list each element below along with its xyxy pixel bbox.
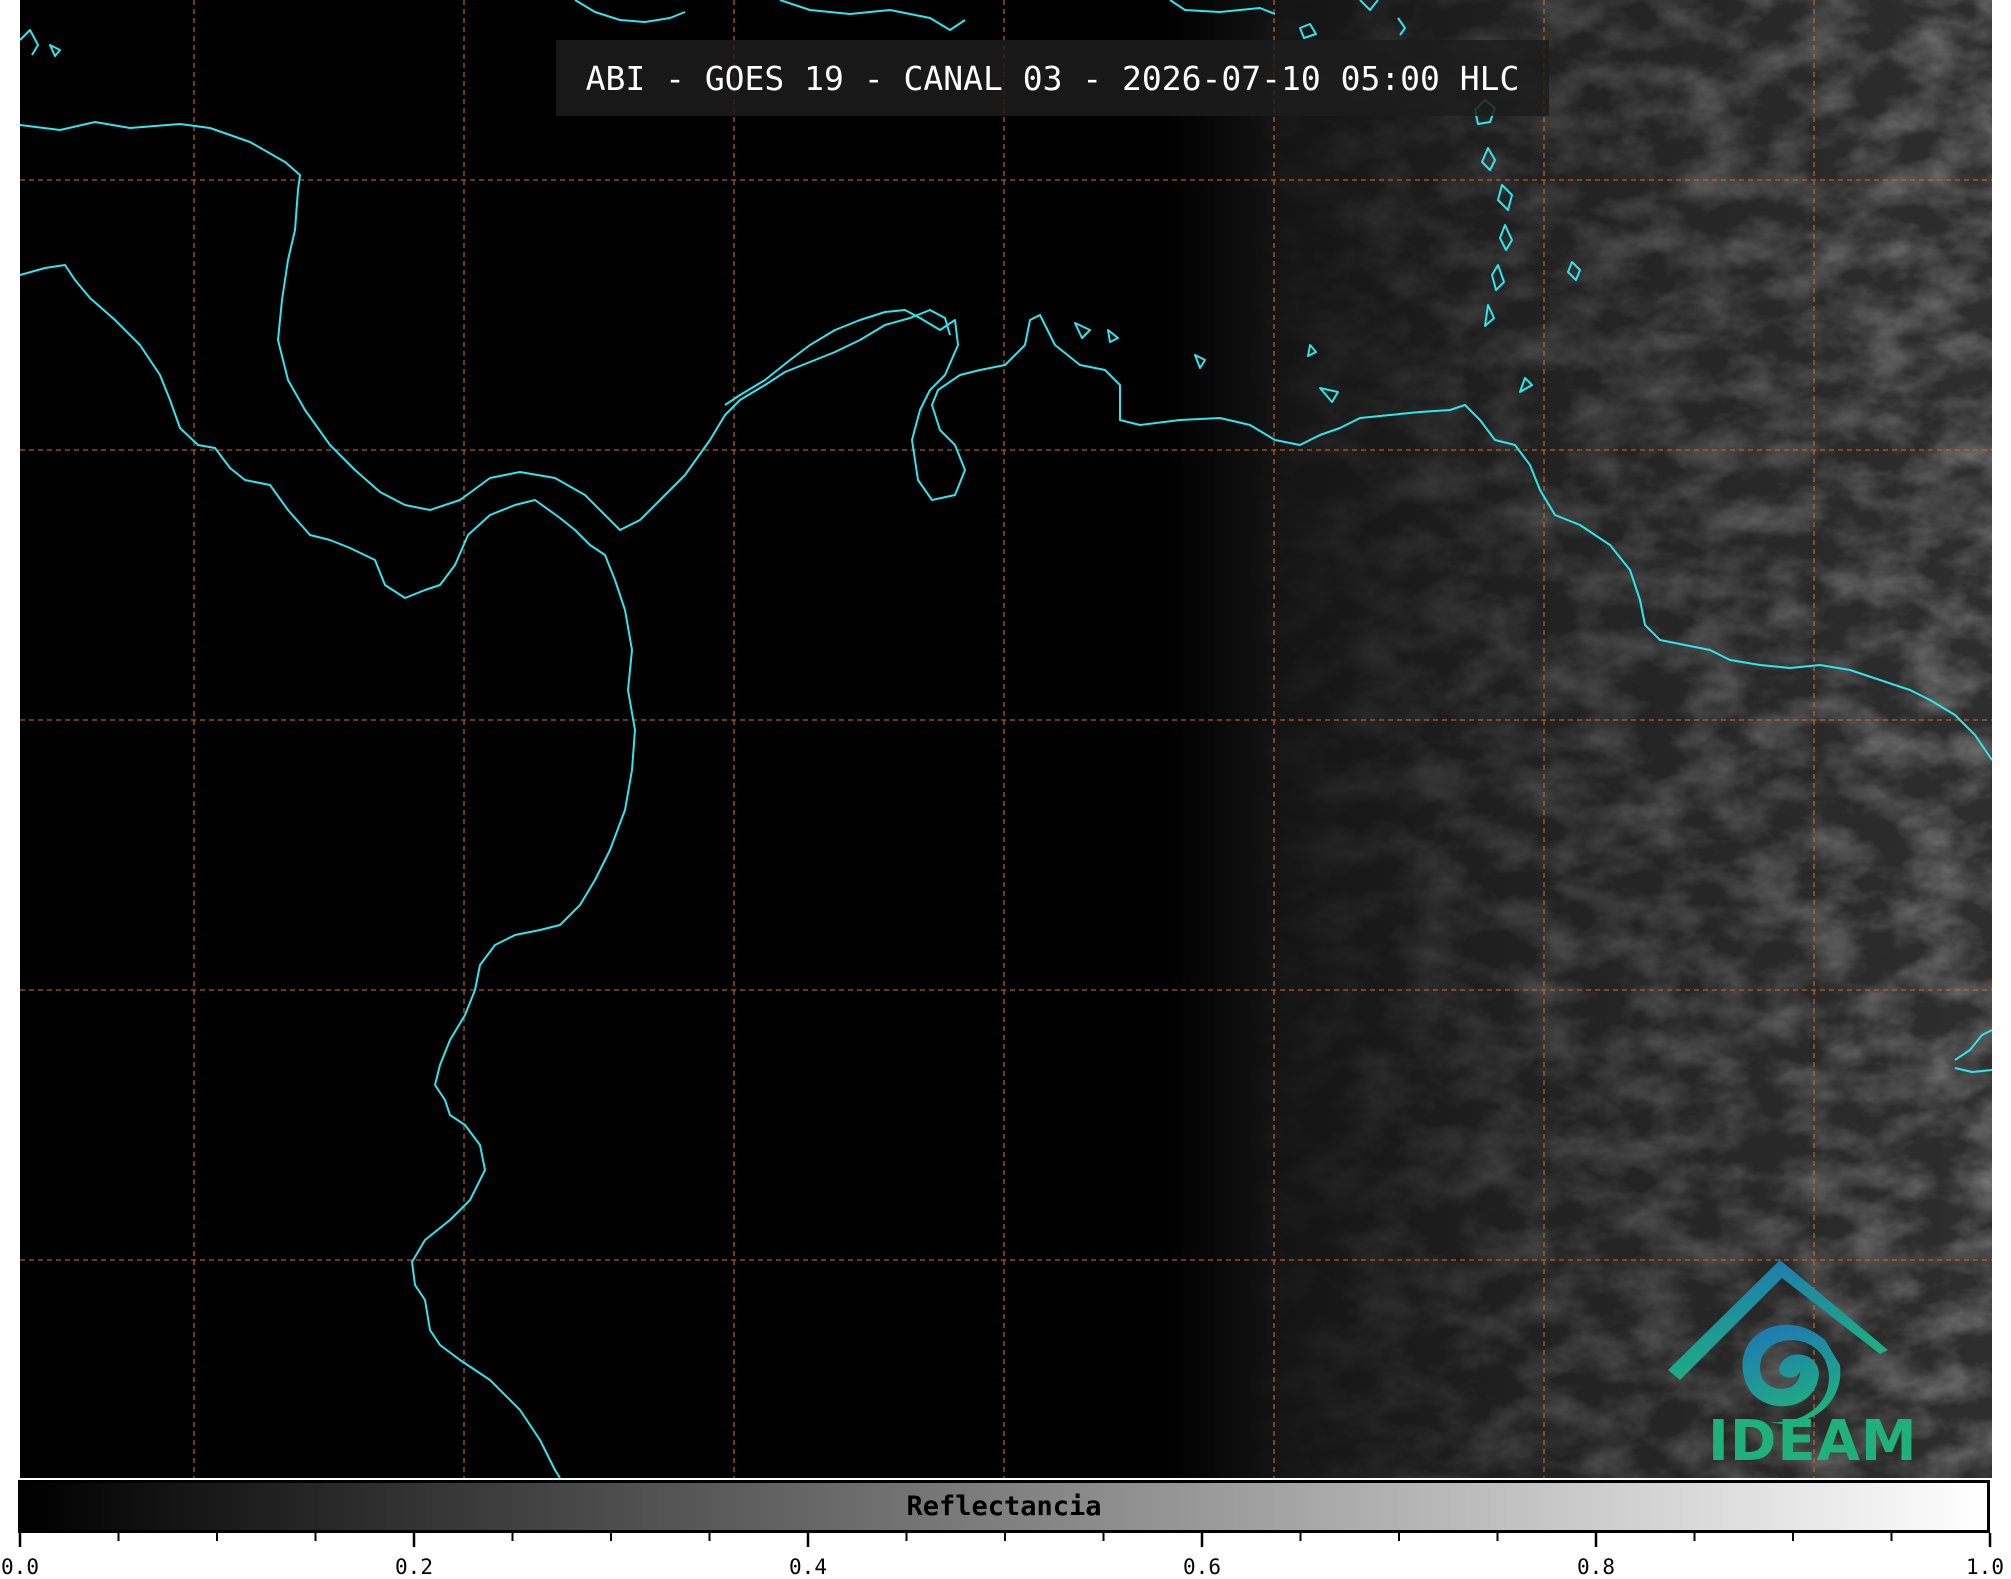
colorbar-label: Reflectancia (906, 1491, 1102, 1522)
map-title: ABI - GOES 19 - CANAL 03 - 2026-07-10 05… (556, 40, 1549, 116)
colorbar-tick-label: 0.6 (1183, 1555, 1221, 1579)
colorbar-tick-label: 0.2 (395, 1555, 433, 1579)
colorbar-ticks (18, 1533, 1992, 1547)
colorbar-tick-label: 0.4 (789, 1555, 827, 1579)
satellite-map: ABI - GOES 19 - CANAL 03 - 2026-07-10 05… (20, 0, 1992, 1478)
ideam-logo-text: IDEAM (1708, 1409, 1918, 1474)
colorbar-tick-label: 0.0 (1, 1555, 39, 1579)
colorbar-tick-label: 0.8 (1577, 1555, 1615, 1579)
colorbar-tick-label: 1.0 (1966, 1555, 2004, 1579)
colorbar-axis: 0.0 0.2 0.4 0.6 0.8 1.0 (0, 1533, 2011, 1579)
colorbar: Reflectancia (18, 1480, 1990, 1533)
